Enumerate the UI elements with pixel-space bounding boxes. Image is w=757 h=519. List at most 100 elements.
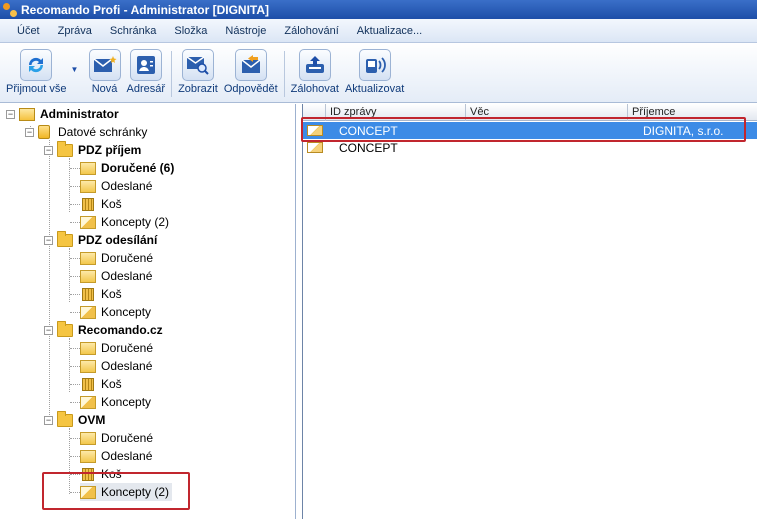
tree-label: Odeslané xyxy=(101,449,153,463)
collapse-icon[interactable]: − xyxy=(44,325,53,335)
folder-icon xyxy=(57,410,73,427)
tree-label: Datové schránky xyxy=(58,125,148,139)
sent-icon xyxy=(80,179,96,193)
menu-slozka[interactable]: Složka xyxy=(165,25,216,37)
new-label: Nová xyxy=(91,83,118,95)
tree-node-inbox[interactable]: Doručené xyxy=(80,249,153,267)
drafts-icon xyxy=(80,305,96,319)
tree-node-trash[interactable]: Koš xyxy=(80,375,122,393)
collapse-icon[interactable]: − xyxy=(6,109,15,119)
address-book-icon xyxy=(129,49,162,81)
tree-node-inbox[interactable]: Doručené xyxy=(80,339,153,357)
tree-label: Koncepty (2) xyxy=(101,215,170,229)
toolbar-separator xyxy=(283,51,285,97)
menu-bar: Účet Zpráva Schránka Složka Nástroje Zál… xyxy=(0,19,757,43)
tree-node-administrator[interactable]: − Administrator xyxy=(6,105,119,123)
collapse-icon[interactable]: − xyxy=(44,235,53,245)
backup-button[interactable]: Zálohovat xyxy=(291,49,339,95)
inbox-icon xyxy=(80,251,96,265)
tree-connector xyxy=(70,204,80,205)
tree-node-drafts[interactable]: Koncepty (2) xyxy=(80,213,169,231)
new-mail-icon xyxy=(88,49,121,81)
toolbar: Přijmout vše ▼ Nová Adresář Zobrazit Odp… xyxy=(0,43,757,103)
menu-aktualizace[interactable]: Aktualizace... xyxy=(348,25,431,37)
tree-connector xyxy=(70,168,80,169)
tree-label: Odeslané xyxy=(101,179,153,193)
tree-connector xyxy=(70,294,80,295)
tree-node-recomando[interactable]: − Recomando.cz xyxy=(44,320,163,339)
backup-icon xyxy=(298,49,331,81)
tree-node-pdz-prijem[interactable]: − PDZ příjem xyxy=(44,140,141,159)
collapse-icon[interactable]: − xyxy=(25,127,34,137)
receive-dropdown-arrow-icon[interactable]: ▼ xyxy=(71,65,81,74)
update-button[interactable]: Aktualizovat xyxy=(345,49,404,95)
annotation-highlight-row xyxy=(301,117,746,142)
tree-node-drafts[interactable]: Koncepty xyxy=(80,393,151,411)
tree-label: Koš xyxy=(101,377,122,391)
tree-node-pdz-odesilani[interactable]: − PDZ odesílání xyxy=(44,230,158,249)
view-mail-icon xyxy=(181,49,214,81)
tree-node-datove-schranky[interactable]: − Datové schránky xyxy=(25,123,147,141)
tree-connector xyxy=(70,222,80,223)
refresh-icon xyxy=(20,49,53,81)
tree-node-sent[interactable]: Odeslané xyxy=(80,447,152,465)
tree-node-sent[interactable]: Odeslané xyxy=(80,177,152,195)
tree-connector xyxy=(70,366,80,367)
reply-label: Odpovědět xyxy=(223,83,278,95)
receive-all-button[interactable]: Přijmout vše xyxy=(6,49,67,95)
drafts-icon xyxy=(80,215,96,229)
tree-connector xyxy=(70,312,80,313)
receive-all-label: Přijmout vše xyxy=(6,83,67,95)
tree-label: Doručené (6) xyxy=(101,161,175,175)
tree-node-inbox[interactable]: Doručené (6) xyxy=(80,159,174,177)
tree-node-drafts[interactable]: Koncepty xyxy=(80,303,151,321)
tree-node-trash[interactable]: Koš xyxy=(80,285,122,303)
tree-connector xyxy=(49,140,50,425)
tree-label: OVM xyxy=(78,413,106,427)
tree-label: Administrator xyxy=(40,107,119,121)
tree-label: PDZ odesílání xyxy=(78,233,158,247)
tree-label: Doručené xyxy=(101,431,154,445)
tree-node-ovm[interactable]: − OVM xyxy=(44,410,106,429)
tree-connector xyxy=(70,348,80,349)
app-logo-icon xyxy=(3,2,17,17)
tree-label: Koš xyxy=(101,287,122,301)
menu-schranka[interactable]: Schránka xyxy=(101,25,165,37)
new-message-button[interactable]: Nová xyxy=(88,49,121,95)
menu-nastroje[interactable]: Nástroje xyxy=(216,25,275,37)
trash-icon xyxy=(82,287,94,301)
tree-connector xyxy=(70,276,80,277)
menu-zprava[interactable]: Zpráva xyxy=(49,25,101,37)
title-bar: Recomando Profi - Administrator [DIGNITA… xyxy=(0,0,757,19)
trash-icon xyxy=(82,377,94,391)
update-label: Aktualizovat xyxy=(344,83,405,95)
tree-node-trash[interactable]: Koš xyxy=(80,195,122,213)
tree-connector xyxy=(70,402,80,403)
menu-zalohovani[interactable]: Zálohování xyxy=(275,25,347,37)
sent-icon xyxy=(80,449,96,463)
envelope-icon xyxy=(307,142,323,153)
inbox-icon xyxy=(80,341,96,355)
sent-icon xyxy=(80,269,96,283)
tree-label: Doručené xyxy=(101,251,154,265)
collapse-icon[interactable]: − xyxy=(44,415,53,425)
trash-icon xyxy=(82,197,94,211)
show-button[interactable]: Zobrazit xyxy=(178,49,218,95)
reply-button[interactable]: Odpovědět xyxy=(224,49,278,95)
tree-node-sent[interactable]: Odeslané xyxy=(80,267,152,285)
toolbar-separator xyxy=(171,51,173,97)
folder-icon xyxy=(57,320,73,337)
tree-label: Koncepty xyxy=(101,305,152,319)
message-id: CONCEPT xyxy=(339,140,398,155)
menu-ucet[interactable]: Účet xyxy=(8,25,49,37)
address-book-button[interactable]: Adresář xyxy=(127,49,165,95)
tree-node-sent[interactable]: Odeslané xyxy=(80,357,152,375)
tree-connector xyxy=(70,384,80,385)
collapse-icon[interactable]: − xyxy=(44,145,53,155)
backup-label: Zálohovat xyxy=(290,83,339,95)
show-label: Zobrazit xyxy=(178,83,218,95)
inbox-icon xyxy=(80,431,96,445)
tree-node-inbox[interactable]: Doručené xyxy=(80,429,153,447)
annotation-highlight-drafts xyxy=(42,472,190,510)
update-icon xyxy=(358,49,391,81)
